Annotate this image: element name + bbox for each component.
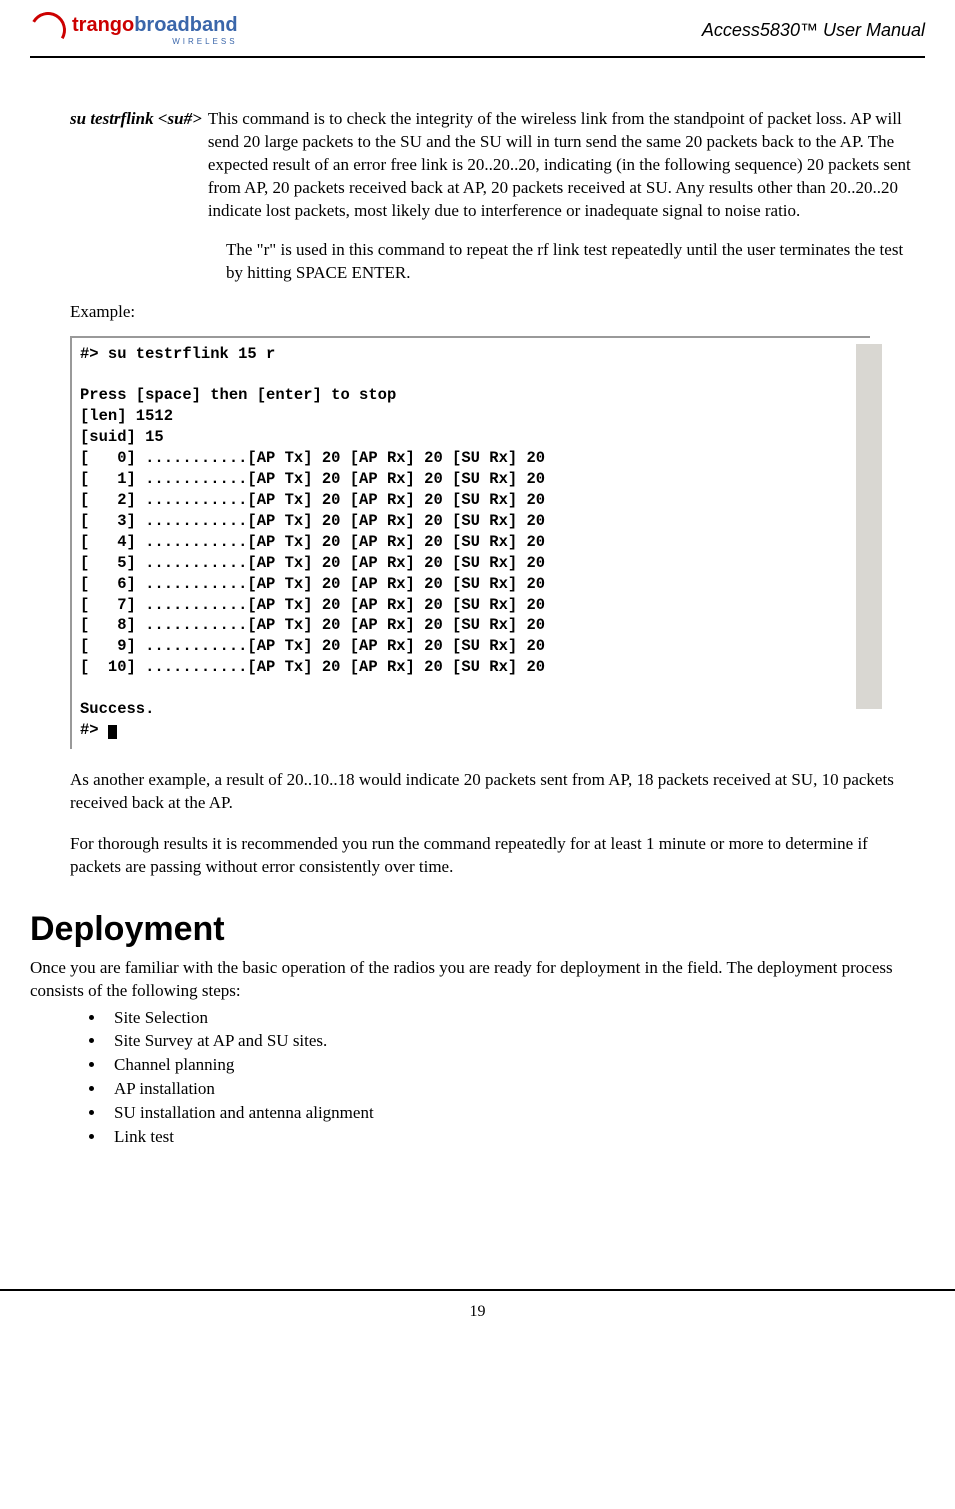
command-description: This command is to check the integrity o… xyxy=(208,108,915,223)
deployment-intro: Once you are familiar with the basic ope… xyxy=(30,957,915,1003)
manual-title: Access5830™ User Manual xyxy=(702,18,925,42)
list-item: SU installation and antenna alignment xyxy=(106,1102,915,1125)
list-item: AP installation xyxy=(106,1078,915,1101)
list-item: Link test xyxy=(106,1126,915,1149)
command-name: su testrflink <su#> xyxy=(70,108,208,223)
console-scrollbar-stub xyxy=(856,344,882,710)
brand-logo: trangobroadband WIRELESS xyxy=(30,12,238,48)
deployment-list: Site Selection Site Survey at AP and SU … xyxy=(106,1007,915,1150)
command-r-note: The "r" is used in this command to repea… xyxy=(226,239,915,285)
list-item: Site Selection xyxy=(106,1007,915,1030)
after-console-para-2: For thorough results it is recommended y… xyxy=(70,833,915,879)
example-label: Example: xyxy=(70,301,915,324)
page-header: trangobroadband WIRELESS Access5830™ Use… xyxy=(30,0,925,58)
deployment-heading: Deployment xyxy=(30,907,915,953)
command-block: su testrflink <su#> This command is to c… xyxy=(70,108,915,223)
list-item: Channel planning xyxy=(106,1054,915,1077)
list-item: Site Survey at AP and SU sites. xyxy=(106,1030,915,1053)
swoosh-icon xyxy=(26,8,70,52)
page-number: 19 xyxy=(30,1301,925,1323)
after-console-para-1: As another example, a result of 20..10..… xyxy=(70,769,915,815)
footer-rule xyxy=(0,1289,955,1291)
logo-text-broadband: broadband xyxy=(134,14,237,36)
console-text: #> su testrflink 15 r Press [space] then… xyxy=(80,345,545,740)
logo-text-trango: trango xyxy=(72,14,134,36)
cursor-icon xyxy=(108,725,117,739)
console-output: #> su testrflink 15 r Press [space] then… xyxy=(70,336,870,750)
page-footer: 19 xyxy=(30,1289,925,1323)
